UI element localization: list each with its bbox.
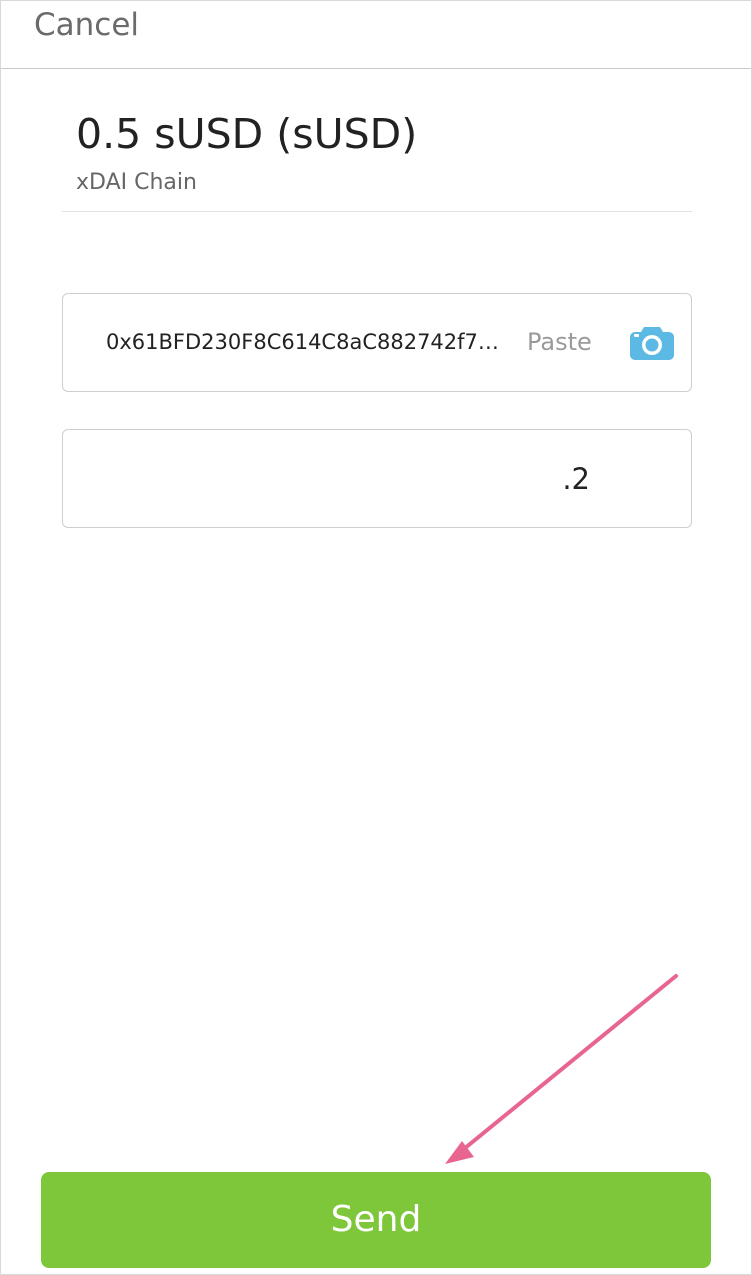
divider	[62, 211, 692, 212]
top-bar: Cancel	[1, 1, 751, 69]
token-title: 0.5 sUSD (sUSD)	[76, 110, 418, 158]
amount-field[interactable]: .2	[62, 429, 692, 528]
send-screen: Cancel 0.5 sUSD (sUSD) xDAI Chain 0x61BF…	[0, 0, 752, 1275]
amount-value[interactable]: .2	[562, 462, 590, 496]
recipient-address-field[interactable]: 0x61BFD230F8C614C8aC882742f7… Paste	[62, 293, 692, 392]
send-button[interactable]: Send	[41, 1172, 711, 1268]
cancel-button[interactable]: Cancel	[34, 5, 139, 45]
camera-icon[interactable]	[629, 324, 675, 360]
recipient-address-value[interactable]: 0x61BFD230F8C614C8aC882742f7…	[106, 328, 501, 356]
chain-label: xDAI Chain	[76, 170, 197, 195]
paste-button[interactable]: Paste	[527, 327, 592, 357]
